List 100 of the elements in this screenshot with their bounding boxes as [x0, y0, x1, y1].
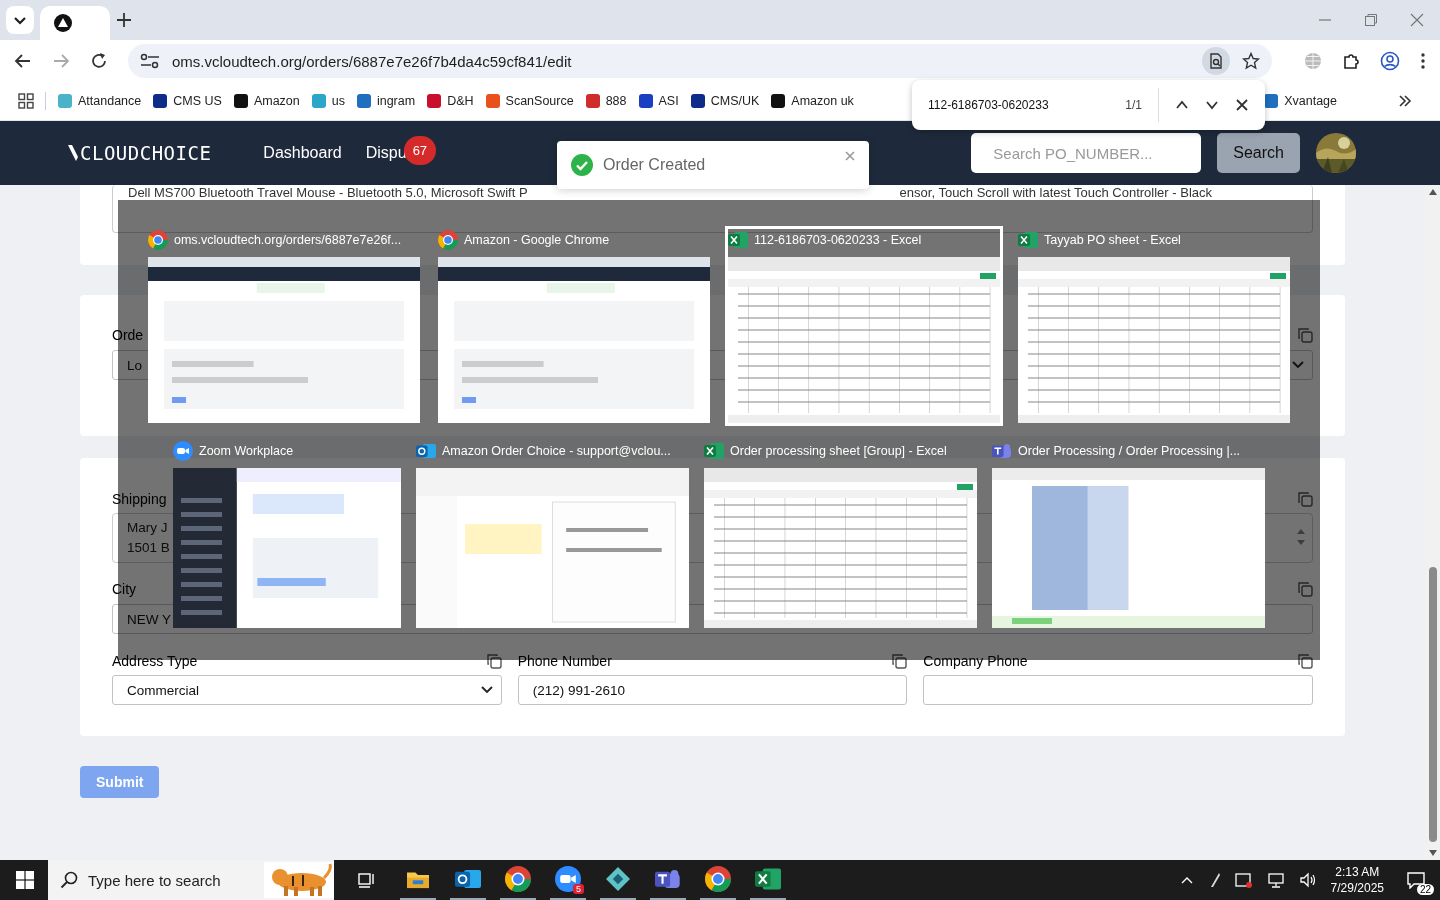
security-icon[interactable]: [1234, 872, 1253, 888]
logo-mark-icon: [68, 145, 78, 161]
search-button[interactable]: Search: [1217, 133, 1300, 173]
window-title: Tayyab PO sheet - Excel: [1044, 233, 1181, 247]
bookmark-favicon: [637, 93, 654, 109]
bookmark-link[interactable]: Amazon uk: [770, 93, 854, 109]
apps-grid-icon[interactable]: [18, 93, 34, 109]
find-query-field[interactable]: 112-6186703-0620233: [928, 98, 1110, 112]
bookmark-favicon: [584, 93, 601, 109]
spreadsheet-app-icon: [1018, 230, 1038, 250]
site-settings-icon[interactable]: [140, 53, 160, 69]
bookmark-favicon: [770, 93, 787, 109]
browser-tab[interactable]: [40, 6, 110, 40]
copy-icon[interactable]: [1297, 653, 1313, 669]
bookmark-link[interactable]: 888: [584, 93, 627, 109]
description-text: ensor, Touch Scroll with latest Touch Controller - Black: [899, 186, 1212, 202]
search-icon: [60, 871, 78, 889]
bookmark-star-icon[interactable]: [1242, 52, 1260, 70]
bookmark-favicon: [689, 93, 706, 109]
show-hidden-icons-icon[interactable]: [1180, 876, 1193, 884]
count-badge: 5: [573, 884, 584, 894]
window-title: Order Processing / Order Processing |...: [1018, 444, 1241, 458]
window-preview-drawing[interactable]: [148, 257, 420, 423]
more-menu-icon[interactable]: [1420, 52, 1426, 70]
input-field[interactable]: [923, 675, 1313, 705]
bookmark-link[interactable]: Attandance: [57, 93, 142, 109]
scroll-down-icon[interactable]: [1428, 850, 1437, 856]
bookmark-favicon: [152, 93, 169, 109]
success-check-icon: [571, 154, 593, 176]
select-field[interactable]: Commercial: [112, 675, 502, 705]
address-bar[interactable]: oms.vcloudtech.org/orders/6887e7e26f7b4da4c59cf841/edit: [128, 44, 1272, 78]
bookmark-favicon: [310, 93, 327, 109]
window-tile[interactable]: 112-6186703-0620233 - Excel: [725, 226, 1003, 426]
match-count: 1/1: [1125, 98, 1142, 112]
spreadsheet-app-icon: [755, 866, 781, 892]
field-label: Phone Number: [517, 653, 612, 669]
window-preview-drawing[interactable]: [173, 468, 401, 628]
bookmark-link[interactable]: Xvantage: [1263, 93, 1337, 109]
close-icon[interactable]: [1235, 98, 1249, 112]
more-bookmarks-icon[interactable]: [1398, 94, 1412, 108]
window-title: 112-6186703-0620233 - Excel: [754, 233, 922, 247]
bookmark-link[interactable]: CMS US: [152, 93, 222, 109]
scrollbar-thumb[interactable]: [1428, 567, 1437, 842]
window-tile[interactable]: Order processing sheet [Group] - Excel: [701, 437, 980, 631]
copy-icon[interactable]: [485, 653, 502, 669]
find-in-page-icon[interactable]: [1202, 47, 1230, 75]
task-view-icon[interactable]: [358, 871, 376, 889]
bookmark-favicon: [232, 93, 249, 109]
profile-icon[interactable]: [1380, 51, 1400, 71]
window-tile[interactable]: Order Processing / Order Processing |...: [989, 437, 1268, 631]
window-title: Amazon - Google Chrome: [464, 233, 610, 247]
window-tile[interactable]: Zoom Workplace: [170, 437, 404, 631]
window-preview-drawing[interactable]: [438, 257, 710, 423]
clock-time[interactable]: 2:13 AM: [1335, 865, 1380, 879]
url-text: oms.vcloudtech.org/orders/6887e7e26f7b4da4c59cf841/edit: [172, 52, 572, 70]
description-field[interactable]: Dell MS700 Bluetooth Travel Mouse - Bluetooth 5.0, Microsoft Swift P ensor, Touch Scroll with latest Touch Controller - Black: [112, 185, 1313, 233]
bookmark-favicon: [426, 93, 443, 109]
bookmark-link[interactable]: CMS/UK: [689, 93, 760, 109]
count-badge: 22: [1416, 884, 1434, 895]
toast-message: Order Created: [603, 156, 707, 174]
reload-icon[interactable]: [90, 52, 108, 70]
back-icon[interactable]: [14, 52, 32, 70]
bookmark-link[interactable]: Amazon: [232, 93, 300, 109]
new-tab-icon[interactable]: [116, 12, 132, 28]
window-tile[interactable]: Amazon Order Choice - support@vclou...: [413, 437, 692, 631]
bookmark-favicon: [57, 93, 73, 109]
address-line: Mary J: [127, 519, 169, 537]
bookmark-link[interactable]: ingram: [355, 93, 416, 109]
volume-icon[interactable]: [1298, 872, 1317, 888]
extensions-icon[interactable]: [1342, 52, 1360, 70]
bookmark-favicon: [484, 93, 501, 109]
input-field[interactable]: (212) 991-2610: [517, 675, 908, 705]
dropdown-caret-icon: [480, 686, 493, 694]
taskbar-search-field[interactable]: Type here to search: [48, 860, 334, 900]
site-favicon: [54, 14, 72, 32]
start-icon[interactable]: [16, 871, 34, 889]
field-label: Address Type: [112, 653, 198, 669]
copy-icon[interactable]: [891, 653, 908, 669]
network-icon[interactable]: [1266, 872, 1285, 888]
chrome-icon: [148, 230, 168, 250]
clock-date[interactable]: 7/29/2025: [1330, 881, 1384, 895]
restore-icon[interactable]: [1364, 13, 1378, 27]
field-label: Company Phone: [923, 653, 1028, 669]
search-field[interactable]: Search PO_NUMBER...: [971, 133, 1202, 173]
window-title: oms.vcloudtech.org/orders/6887e7e26f...: [174, 233, 402, 247]
scroll-up-icon[interactable]: [1428, 189, 1437, 195]
bookmark-link[interactable]: us: [310, 93, 345, 109]
chrome-icon: [705, 866, 731, 892]
tab-list-icon[interactable]: [6, 6, 34, 34]
bookmark-link[interactable]: ScanSource: [484, 93, 574, 109]
bookmark-link[interactable]: D&H: [426, 93, 474, 109]
chrome-icon: [438, 230, 458, 250]
description-text: Dell MS700 Bluetooth Travel Mouse - Bluetooth 5.0, Microsoft Swift P: [128, 186, 528, 202]
window-title: Order processing sheet [Group] - Excel: [730, 444, 947, 458]
window-title: Zoom Workplace: [199, 444, 294, 458]
chrome-icon: [505, 866, 531, 892]
nav-link[interactable]: Dashboard: [263, 144, 342, 161]
taskbar-app-button[interactable]: 5: [550, 860, 586, 900]
bookmark-link[interactable]: ASI: [637, 93, 679, 109]
diamond-app-icon: [605, 866, 631, 892]
